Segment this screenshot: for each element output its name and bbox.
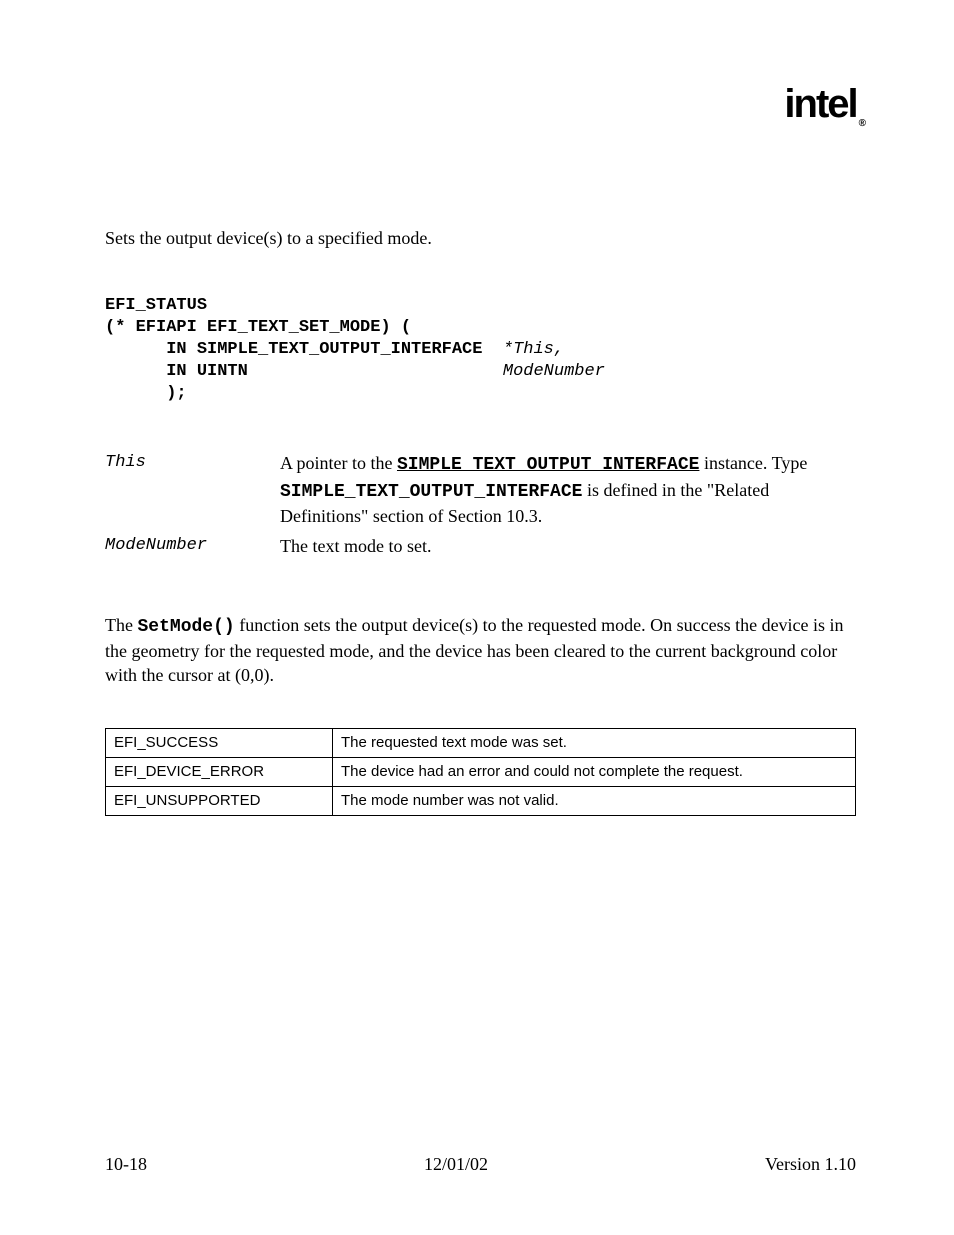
page: intel® Sets the output device(s) to a sp…	[0, 0, 954, 1235]
logo-text: intel	[784, 82, 856, 126]
logo-reg: ®	[859, 118, 864, 129]
param-row-this: This A pointer to the SIMPLE_TEXT_OUTPUT…	[105, 451, 856, 528]
footer-date: 12/01/02	[424, 1154, 488, 1175]
code-setmode: SetMode()	[137, 617, 234, 637]
logo: intel®	[784, 82, 864, 129]
param-row-modenumber: ModeNumber The text mode to set.	[105, 534, 856, 558]
proto-line-4-kw: IN UINTN	[105, 362, 503, 381]
proto-line-3-param: *This,	[503, 340, 564, 359]
table-row: EFI_UNSUPPORTED The mode number was not …	[106, 786, 856, 815]
table-row: EFI_SUCCESS The requested text mode was …	[106, 728, 856, 757]
status-code: EFI_UNSUPPORTED	[106, 786, 333, 815]
proto-line-4-param: ModeNumber	[503, 362, 605, 381]
status-code: EFI_SUCCESS	[106, 728, 333, 757]
proto-line-5: );	[105, 384, 187, 403]
status-codes-table: EFI_SUCCESS The requested text mode was …	[105, 728, 856, 816]
table-row: EFI_DEVICE_ERROR The device had an error…	[106, 757, 856, 786]
status-desc: The requested text mode was set.	[333, 728, 856, 757]
status-code: EFI_DEVICE_ERROR	[106, 757, 333, 786]
code-ref-1[interactable]: SIMPLE_TEXT_OUTPUT_INTERFACE	[397, 455, 699, 475]
description-paragraph: The SetMode() function sets the output d…	[105, 613, 856, 688]
code-ref-2: SIMPLE_TEXT_OUTPUT_INTERFACE	[280, 482, 582, 502]
param-desc-this: A pointer to the SIMPLE_TEXT_OUTPUT_INTE…	[280, 451, 856, 528]
param-name-this: This	[105, 451, 280, 472]
footer-version: Version 1.10	[765, 1154, 856, 1175]
param-name-modenumber: ModeNumber	[105, 534, 280, 555]
summary-text: Sets the output device(s) to a specified…	[105, 228, 856, 249]
proto-line-1: EFI_STATUS	[105, 296, 207, 315]
status-desc: The mode number was not valid.	[333, 786, 856, 815]
status-desc: The device had an error and could not co…	[333, 757, 856, 786]
page-footer: 10-18 12/01/02 Version 1.10	[105, 1154, 856, 1175]
parameters-list: This A pointer to the SIMPLE_TEXT_OUTPUT…	[105, 451, 856, 558]
prototype-block: EFI_STATUS (* EFIAPI EFI_TEXT_SET_MODE) …	[105, 295, 856, 405]
proto-line-2: (* EFIAPI EFI_TEXT_SET_MODE) (	[105, 318, 411, 337]
page-number: 10-18	[105, 1154, 147, 1175]
proto-line-3-kw: IN SIMPLE_TEXT_OUTPUT_INTERFACE	[105, 340, 503, 359]
param-desc-modenumber: The text mode to set.	[280, 534, 856, 558]
